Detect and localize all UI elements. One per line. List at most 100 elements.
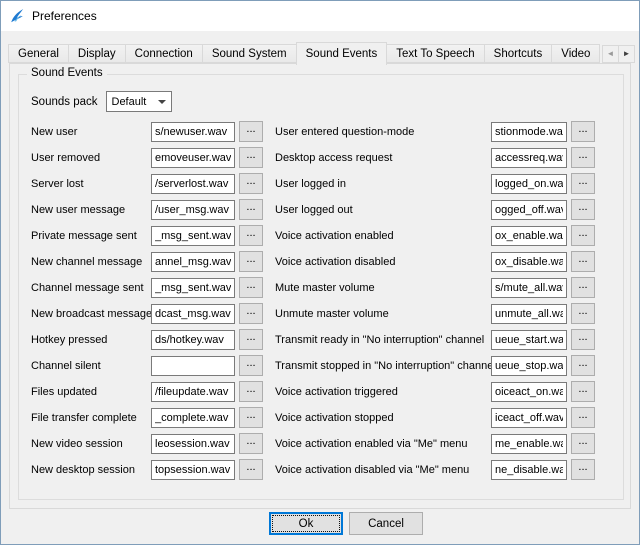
sounds-pack-value: Default [112,96,147,108]
sound-event-label: File transfer complete [31,412,151,424]
tab-text-to-speech[interactable]: Text To Speech [386,44,484,63]
sound-file-input[interactable] [151,174,235,194]
sound-file-input[interactable] [151,382,235,402]
sound-file-input[interactable] [151,330,235,350]
browse-button[interactable]: ... [239,199,263,220]
browse-button[interactable]: ... [571,225,595,246]
sound-file-input[interactable] [151,122,235,142]
sound-row: Transmit stopped in "No interruption" ch… [275,355,595,376]
sound-file-input[interactable] [151,408,235,428]
sound-event-label: Server lost [31,178,151,190]
browse-button[interactable]: ... [239,381,263,402]
sound-file-input[interactable] [491,200,567,220]
browse-button[interactable]: ... [571,329,595,350]
sound-file-input[interactable] [151,278,235,298]
sound-file-input[interactable] [491,330,567,350]
sound-file-input[interactable] [151,434,235,454]
browse-button[interactable]: ... [571,303,595,324]
sound-row: Voice activation enabled ... [275,225,595,246]
tab-label: Video [561,48,590,60]
browse-button[interactable]: ... [239,147,263,168]
browse-button[interactable]: ... [239,433,263,454]
sound-event-label: Private message sent [31,230,151,242]
sound-row: Server lost ... [31,173,263,194]
sound-row: Transmit ready in "No interruption" chan… [275,329,595,350]
sound-file-input[interactable] [151,200,235,220]
sound-event-label: Voice activation disabled via "Me" menu [275,464,491,476]
sound-file-input[interactable] [491,278,567,298]
sound-event-label: New video session [31,438,151,450]
browse-button[interactable]: ... [239,277,263,298]
sound-file-input[interactable] [491,122,567,142]
sound-file-input[interactable] [491,304,567,324]
browse-button[interactable]: ... [239,407,263,428]
sound-file-input[interactable] [491,460,567,480]
tab-video[interactable]: Video [551,44,600,63]
tab-sound-system[interactable]: Sound System [202,44,297,63]
sound-event-label: Voice activation triggered [275,386,491,398]
sound-file-input[interactable] [491,226,567,246]
browse-button[interactable]: ... [571,407,595,428]
sound-file-input[interactable] [151,148,235,168]
tab-label: Sound System [212,48,287,60]
tab-page: Sound Events Sounds pack Default New use… [9,63,631,509]
sound-row: Private message sent ... [31,225,263,246]
sound-file-input[interactable] [151,304,235,324]
app-icon [9,8,25,24]
browse-button[interactable]: ... [239,329,263,350]
sound-file-input[interactable] [151,356,235,376]
sound-file-input[interactable] [491,434,567,454]
browse-button[interactable]: ... [239,121,263,142]
tab-label: General [18,48,59,60]
tab-shortcuts[interactable]: Shortcuts [484,44,553,63]
sound-file-input[interactable] [151,226,235,246]
sound-row: Mute master volume ... [275,277,595,298]
browse-button[interactable]: ... [239,173,263,194]
browse-button[interactable]: ... [239,303,263,324]
browse-button[interactable]: ... [571,381,595,402]
tab-scroll-right-icon[interactable]: ► [618,45,635,63]
browse-button[interactable]: ... [571,433,595,454]
sound-event-label: New user message [31,204,151,216]
sounds-pack-row: Sounds pack Default [31,91,172,112]
tab-connection[interactable]: Connection [125,44,203,63]
browse-button[interactable]: ... [571,459,595,480]
sound-file-input[interactable] [491,356,567,376]
tab-scroll-left-icon[interactable]: ◄ [602,45,619,63]
sound-event-label: Voice activation disabled [275,256,491,268]
browse-button[interactable]: ... [239,355,263,376]
sound-file-input[interactable] [151,252,235,272]
titlebar: Preferences [1,1,639,31]
tab-label: Text To Speech [396,48,474,60]
sound-file-input[interactable] [491,382,567,402]
sound-event-label: Unmute master volume [275,308,491,320]
browse-button[interactable]: ... [571,251,595,272]
browse-button[interactable]: ... [571,147,595,168]
tab-scroll-buttons: ◄ ► [603,45,635,63]
tab-label: Shortcuts [494,48,543,60]
group-title: Sound Events [27,67,107,79]
browse-button[interactable]: ... [239,225,263,246]
ok-button[interactable]: Ok [269,512,343,535]
sound-file-input[interactable] [491,408,567,428]
sound-row: New channel message ... [31,251,263,272]
sounds-pack-select[interactable]: Default [106,91,172,112]
tab-sound-events[interactable]: Sound Events [296,42,388,65]
sound-file-input[interactable] [491,174,567,194]
sound-event-label: Hotkey pressed [31,334,151,346]
cancel-button[interactable]: Cancel [349,512,423,535]
browse-button[interactable]: ... [239,459,263,480]
sound-row: Voice activation disabled via "Me" menu … [275,459,595,480]
browse-button[interactable]: ... [239,251,263,272]
sound-file-input[interactable] [491,252,567,272]
sound-file-input[interactable] [491,148,567,168]
browse-button[interactable]: ... [571,121,595,142]
sound-row: Voice activation disabled ... [275,251,595,272]
browse-button[interactable]: ... [571,173,595,194]
tab-general[interactable]: General [8,44,69,63]
tab-display[interactable]: Display [68,44,126,63]
browse-button[interactable]: ... [571,355,595,376]
browse-button[interactable]: ... [571,277,595,298]
browse-button[interactable]: ... [571,199,595,220]
sound-file-input[interactable] [151,460,235,480]
